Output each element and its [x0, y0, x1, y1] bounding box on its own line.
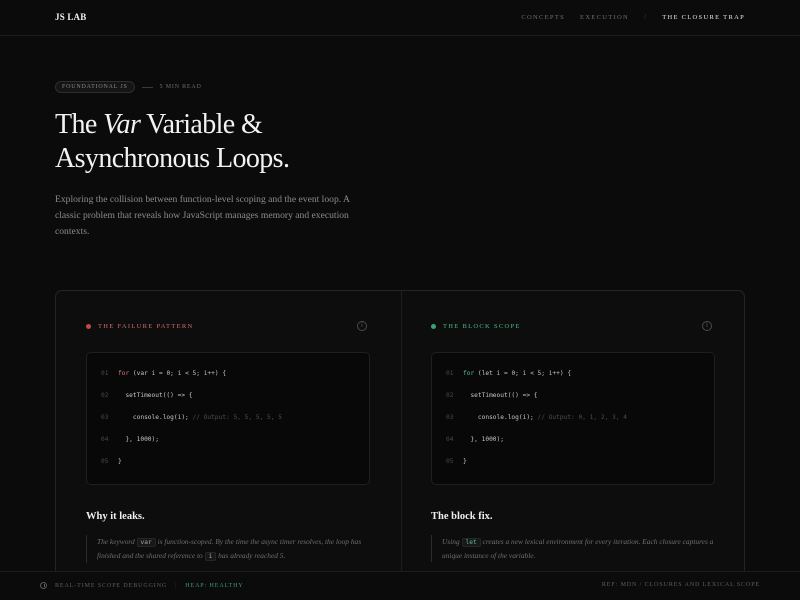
code-text: }	[463, 458, 467, 465]
code-keyword: for	[463, 370, 475, 377]
nav-links: Concepts Execution / The Closure Trap	[521, 13, 745, 21]
line-number: 01	[446, 370, 454, 377]
panel-label: The Block Scope	[443, 323, 521, 330]
code-comment: // Output: 0, 1, 2, 3, 4	[537, 414, 627, 421]
line-number: 01	[101, 370, 109, 377]
code-text: setTimeout(() => {	[463, 392, 538, 399]
read-time: 5 min read	[159, 84, 202, 90]
line-number: 03	[446, 414, 454, 421]
inline-code: var	[136, 538, 156, 547]
line-number: 03	[101, 414, 109, 421]
line-number: 05	[446, 458, 454, 465]
clock-icon	[40, 582, 47, 589]
category-tag: Foundational JS	[55, 81, 135, 93]
title-emphasis: Var	[103, 109, 141, 140]
code-text: }, 1000);	[118, 436, 159, 443]
panel-heading: Why it leaks.	[86, 511, 145, 522]
footer-separator: |	[175, 582, 178, 589]
explain-text: Using	[442, 537, 462, 546]
explanation-text: Using let creates a new lexical environm…	[431, 535, 721, 562]
line-number: 05	[101, 458, 109, 465]
code-line: 05}	[446, 451, 714, 473]
status-text: Real-time scope debugging	[55, 582, 168, 589]
status-footer: Real-time scope debugging | Heap: Health…	[0, 571, 800, 600]
line-number: 04	[101, 436, 109, 443]
title-line-2: Asynchronous Loops.	[55, 143, 290, 174]
inline-code: i	[204, 552, 217, 561]
meta-divider	[141, 86, 153, 88]
fix-panel: The Block Scope i 01 for (let i = 0; i < …	[401, 291, 744, 600]
line-number: 04	[446, 436, 454, 443]
comparison-card: The Failure Pattern i 01 for (var i = 0; …	[55, 290, 745, 600]
panel-header: The Failure Pattern	[86, 323, 193, 330]
code-line: 03 console.log(i); // Output: 0, 1, 2, 3…	[446, 407, 714, 429]
title-text: The	[55, 109, 104, 140]
code-line: 03 console.log(i); // Output: 5, 5, 5, 5…	[101, 407, 369, 429]
code-text: }	[118, 458, 122, 465]
panel-label: The Failure Pattern	[98, 323, 194, 330]
code-line: 02 setTimeout(() => {	[446, 385, 714, 407]
title-text: Variable &	[140, 109, 263, 140]
explanation-text: The keyword var is function-scoped. By t…	[86, 535, 376, 563]
code-block: 01 for (var i = 0; i < 5; i++) { 02 setTi…	[86, 352, 370, 485]
info-icon[interactable]: i	[702, 321, 712, 331]
nav-link-closure-trap[interactable]: The Closure Trap	[662, 14, 745, 21]
code-keyword: for	[118, 370, 130, 377]
inline-code: let	[461, 538, 481, 547]
nav-link-execution[interactable]: Execution	[580, 14, 629, 21]
code-line: 05}	[101, 451, 369, 473]
status-dot	[86, 324, 91, 329]
code-comment: // Output: 5, 5, 5, 5, 5	[192, 414, 282, 421]
panel-header: The Block Scope	[431, 323, 521, 330]
code-text: console.log(i);	[463, 414, 538, 421]
line-number: 02	[101, 392, 109, 399]
code-block: 01 for (let i = 0; i < 5; i++) { 02 setTi…	[431, 352, 715, 485]
code-line: 04 }, 1000);	[101, 429, 369, 451]
explain-text: creates a new lexical environment for ev…	[442, 537, 714, 560]
article-meta: Foundational JS 5 min read	[55, 81, 202, 93]
code-text: (let i = 0; i < 5; i++) {	[474, 370, 572, 377]
top-nav: JS LAB Concepts Execution / The Closure …	[0, 0, 800, 36]
nav-separator: /	[643, 13, 648, 21]
code-text: }, 1000);	[463, 436, 504, 443]
failure-panel: The Failure Pattern i 01 for (var i = 0; …	[56, 291, 401, 600]
explain-text: The keyword	[97, 537, 137, 546]
code-text: console.log(i);	[118, 414, 193, 421]
nav-link-concepts[interactable]: Concepts	[521, 14, 565, 21]
code-line: 01 for (var i = 0; i < 5; i++) {	[101, 363, 369, 385]
code-text: (var i = 0; i < 5; i++) {	[129, 370, 227, 377]
page-title: The Var Variable & Asynchronous Loops.	[55, 108, 475, 176]
code-line: 04 }, 1000);	[446, 429, 714, 451]
line-number: 02	[446, 392, 454, 399]
info-icon[interactable]: i	[357, 321, 367, 331]
heap-status: Heap: Healthy	[185, 582, 244, 589]
explain-text: has already reached 5.	[216, 551, 286, 560]
code-text: setTimeout(() => {	[118, 392, 193, 399]
panel-heading: The block fix.	[431, 511, 493, 522]
status-dot	[431, 324, 436, 329]
code-line: 01 for (let i = 0; i < 5; i++) {	[446, 363, 714, 385]
intro-paragraph: Exploring the collision between function…	[55, 194, 350, 237]
brand-logo[interactable]: JS LAB	[55, 12, 86, 22]
reference-link[interactable]: Ref: MDN / Closures and Lexical Scope	[602, 582, 760, 588]
code-line: 02 setTimeout(() => {	[101, 385, 369, 407]
footer-status: Real-time scope debugging | Heap: Health…	[40, 582, 244, 589]
